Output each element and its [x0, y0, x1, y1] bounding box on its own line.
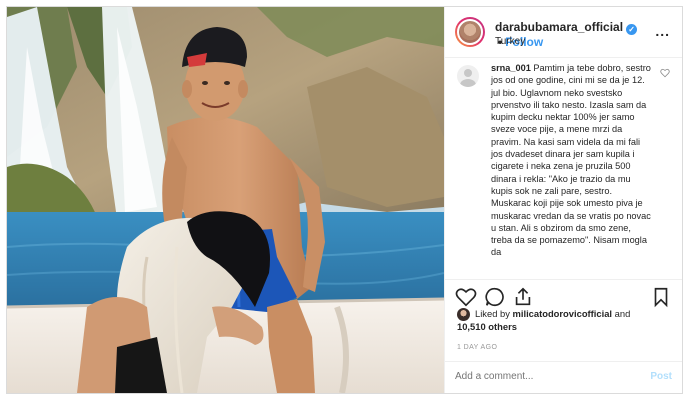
- liked-by-label: Liked by: [475, 308, 510, 319]
- comments-list[interactable]: srna_001 Pamtim ja tebe dobro, sestro jo…: [445, 59, 682, 277]
- comment-avatar[interactable]: [457, 65, 479, 87]
- post-timestamp[interactable]: 1 DAY AGO: [457, 344, 497, 351]
- liker-username-link[interactable]: milicatodorovicofficial: [513, 308, 613, 319]
- post-header: darabubamara_official ✓• Follow Turkey ...: [445, 7, 682, 58]
- more-options-icon[interactable]: ...: [655, 23, 670, 39]
- post-side-panel: darabubamara_official ✓• Follow Turkey ...…: [444, 7, 682, 393]
- verified-badge-icon: ✓: [626, 24, 638, 35]
- add-comment-input[interactable]: [455, 371, 635, 382]
- add-comment-bar: Post: [445, 361, 682, 393]
- comment-text: Pamtim ja tebe dobro, sestro jos od one …: [491, 63, 651, 258]
- likes-and-label: and: [614, 308, 631, 319]
- post-comment-button[interactable]: Post: [650, 371, 672, 382]
- likes-count-link[interactable]: 10,510 others: [457, 321, 517, 332]
- comment-bubble-icon[interactable]: [484, 286, 506, 308]
- liker-avatar[interactable]: [457, 308, 470, 321]
- post-photo[interactable]: [7, 7, 444, 393]
- comment-like-heart-icon[interactable]: [660, 68, 670, 78]
- avatar-image: [457, 19, 483, 45]
- avatar[interactable]: [455, 17, 485, 47]
- bookmark-icon[interactable]: [650, 286, 672, 308]
- likes-line: Liked by milicatodorovicofficial and: [457, 307, 677, 320]
- likes-others-line: 10,510 others: [457, 320, 677, 333]
- comment-username[interactable]: srna_001: [491, 63, 531, 73]
- comment: srna_001 Pamtim ja tebe dobro, sestro jo…: [491, 62, 651, 259]
- photo-boy-and-woman-on-boat: [7, 7, 444, 393]
- likes-summary: Liked by milicatodorovicofficial and 10,…: [457, 307, 677, 333]
- share-icon[interactable]: [512, 286, 534, 308]
- location-link[interactable]: Turkey: [495, 36, 525, 47]
- username-link[interactable]: darabubamara_official: [495, 20, 623, 34]
- like-heart-icon[interactable]: [455, 286, 477, 308]
- post-frame: darabubamara_official ✓• Follow Turkey ...…: [6, 6, 683, 394]
